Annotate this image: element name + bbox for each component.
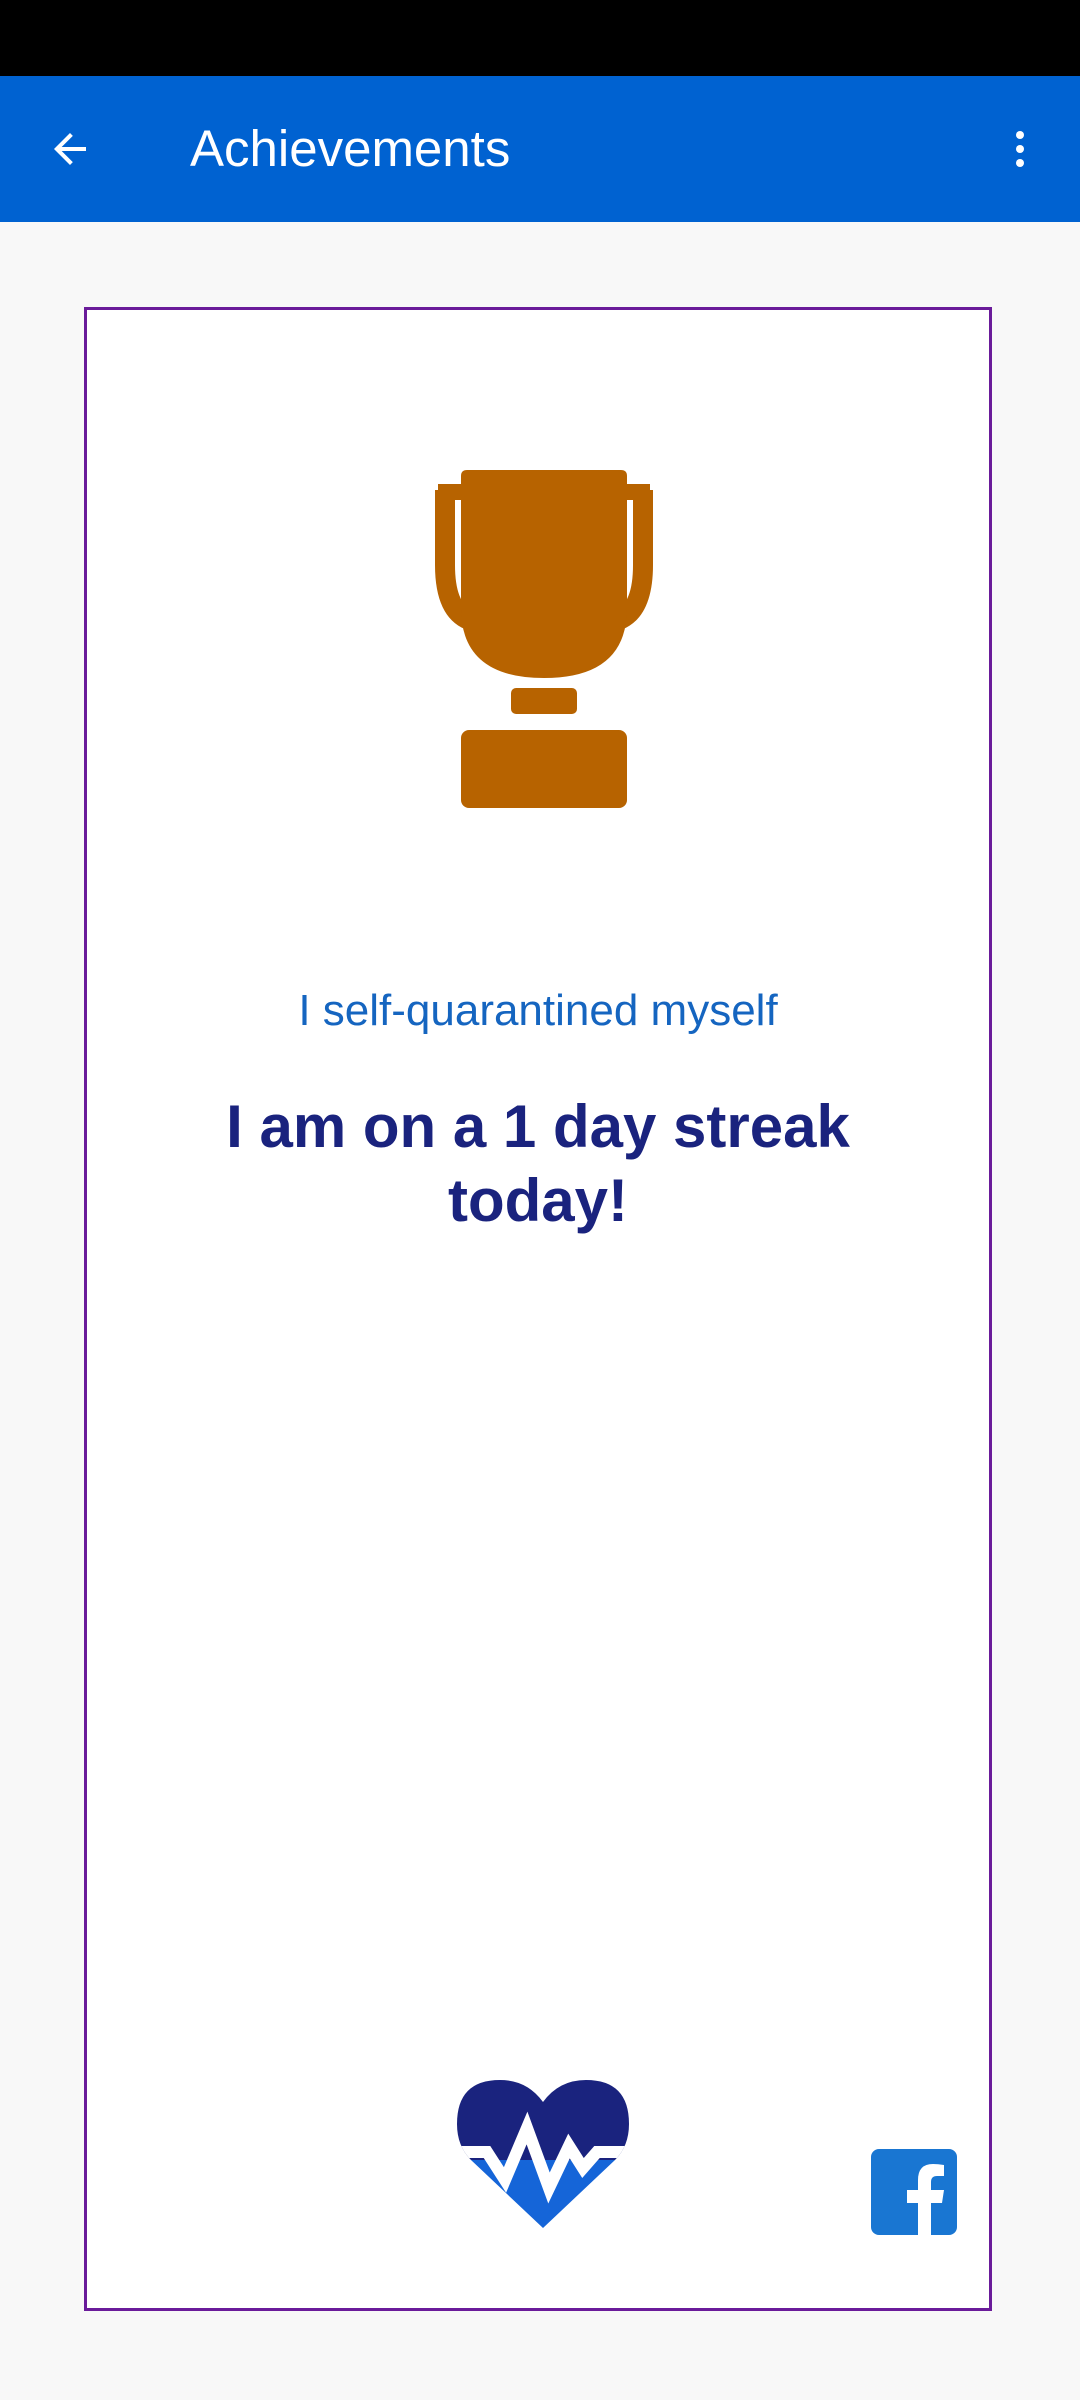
back-button[interactable] — [30, 109, 110, 189]
arrow-left-icon — [54, 133, 86, 165]
streak-message: I am on a 1 day streak today! — [226, 1093, 850, 1234]
heart-pulse-icon — [457, 2080, 629, 2228]
more-vert-icon — [1016, 131, 1024, 167]
status-bar — [0, 0, 1080, 76]
achievement-subtitle: I self-quarantined myself — [298, 986, 778, 1035]
overflow-menu-button[interactable] — [980, 109, 1060, 189]
trophy-icon — [435, 470, 653, 808]
app-bar: Achievements — [0, 76, 1080, 222]
facebook-share-button[interactable] — [871, 2149, 957, 2235]
achievement-card: I self-quarantined myself I am on a 1 da… — [84, 307, 992, 2311]
page-title: Achievements — [190, 120, 511, 177]
